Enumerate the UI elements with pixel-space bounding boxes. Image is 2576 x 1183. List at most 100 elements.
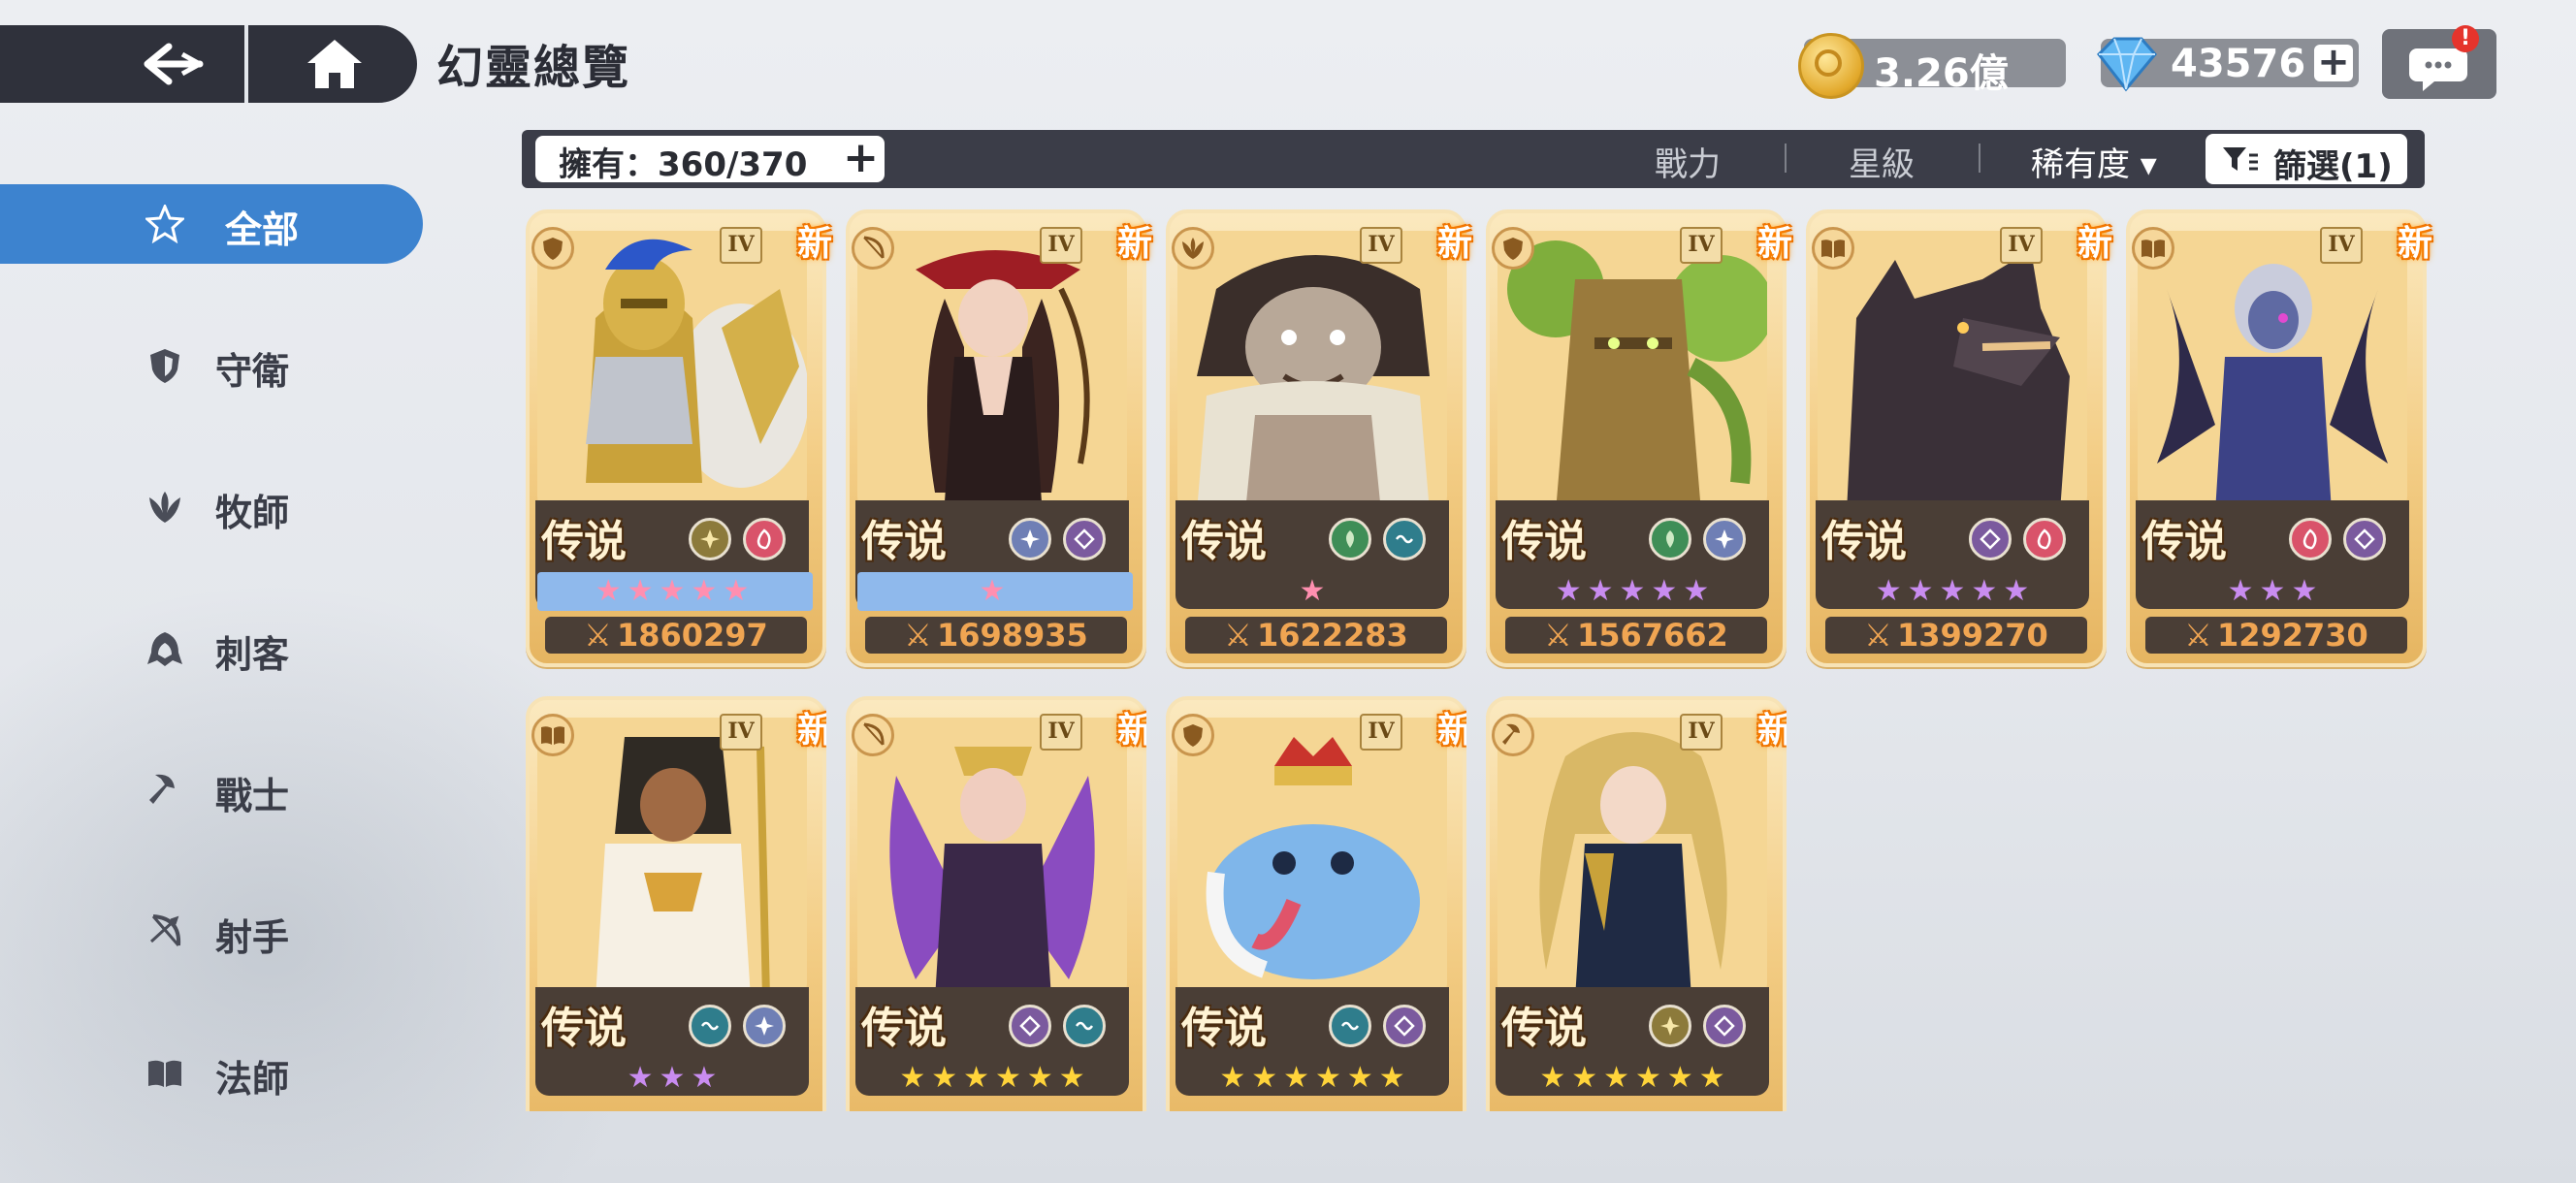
tier-badge: IV [1680, 227, 1723, 264]
hero-portrait [537, 718, 807, 999]
tier-badge: IV [1680, 714, 1723, 751]
new-badge: 新 [796, 224, 832, 264]
combat-power-value: 1860297 [616, 617, 768, 654]
all-star-icon [145, 205, 184, 243]
dark-element-icon [2343, 518, 2386, 560]
new-badge: 新 [2397, 224, 2432, 264]
star-rating: ★★★★★★ [1539, 1061, 1731, 1095]
hero-card[interactable]: IV 新 传说 ★★★★★ ⚔ 1860297 [526, 209, 832, 667]
hero-card[interactable]: IV 新 传说 ★ ⚔ 1622283 [1166, 209, 1472, 667]
star-rating: ★★★★★ [1555, 574, 1716, 608]
hero-portrait [857, 718, 1127, 999]
sort-star-button[interactable]: 星級 [1849, 138, 1915, 185]
hero-card[interactable]: IV 新 传说 ★★★★★ ⚔ 1399270 [1806, 209, 2112, 667]
sidebar-item-assassin[interactable]: 刺客 [0, 609, 423, 688]
hero-portrait [1497, 231, 1767, 512]
sort-divider [1785, 144, 1787, 173]
hero-card[interactable]: IV 新 传说 ★★★★★ ⚔ 1567662 [1486, 209, 1792, 667]
new-badge: 新 [1756, 711, 1787, 751]
hero-card[interactable]: IV 新 传说 ★★★★★★ [846, 696, 1146, 1111]
shield-icon [150, 349, 179, 383]
hero-card[interactable]: IV 新 传说 ★★★ ⚔ 1292730 [2126, 209, 2432, 667]
page-title: 幻靈總覽 [436, 41, 631, 95]
axe-icon [149, 774, 175, 804]
archer-icon [852, 227, 894, 270]
combat-power: ⚔ 1860297 [545, 617, 807, 654]
dark-element-icon [1063, 518, 1106, 560]
sidebar-item-label: 全部 [225, 208, 300, 251]
tier-badge: IV [2320, 227, 2363, 264]
combat-power: ⚔ 1567662 [1505, 617, 1767, 654]
combat-power: ⚔ 1292730 [2145, 617, 2407, 654]
owned-count-text: 擁有：360/370 [559, 145, 808, 184]
combat-power: ⚔ 1622283 [1185, 617, 1447, 654]
tier-badge: IV [1360, 714, 1402, 751]
hero-card[interactable]: IV 新 传说 ★★★ [526, 696, 826, 1111]
sidebar-item-priest[interactable]: 牧師 [0, 467, 423, 547]
hero-portrait [1818, 231, 2087, 512]
swords-icon: ⚔ [1864, 617, 1892, 654]
warrior-icon [1492, 714, 1534, 756]
sidebar-item-archer[interactable]: 射手 [0, 892, 423, 972]
sidebar-item-guardian[interactable]: 守衛 [0, 326, 423, 405]
chat-button[interactable] [2382, 29, 2496, 99]
star-rating: ★ [1299, 574, 1332, 608]
new-badge: 新 [1756, 224, 1792, 264]
sidebar-item-label: 射手 [215, 916, 290, 959]
owned-count[interactable]: 擁有：360/370 + [535, 136, 885, 184]
add-gems-button[interactable]: + [2314, 43, 2353, 81]
swords-icon: ⚔ [584, 617, 612, 654]
rarity-label: 传说 [1181, 517, 1267, 566]
swords-icon: ⚔ [1224, 617, 1252, 654]
earth-element-icon [1649, 518, 1691, 560]
tier-badge: IV [1040, 714, 1082, 751]
mage-icon [1812, 227, 1854, 270]
new-badge: 新 [1116, 224, 1152, 264]
light-element-icon [1009, 518, 1051, 560]
star-rating: ★★★★★★ [899, 1061, 1091, 1095]
dark-element-icon [1009, 1005, 1051, 1047]
guardian-icon [1492, 227, 1534, 270]
hero-card[interactable]: IV 新 传说 ★ ⚔ 1698935 [846, 209, 1152, 667]
sidebar-item-mage[interactable]: 法師 [0, 1034, 423, 1113]
home-button[interactable] [296, 33, 373, 95]
back-button[interactable] [136, 37, 213, 91]
notification-badge: ! [2452, 25, 2479, 52]
sidebar-item-label: 刺客 [215, 633, 290, 676]
combat-power-value: 1567662 [1576, 617, 1728, 654]
star-rating: ★★★ [627, 1061, 724, 1095]
star-rating: ★★★★★★ [1219, 1061, 1411, 1095]
rarity-label: 传说 [1501, 1004, 1587, 1053]
rarity-label: 传说 [541, 517, 627, 566]
water-element-icon [1383, 518, 1426, 560]
sidebar-item-label: 戰士 [215, 775, 290, 817]
wing-icon [149, 492, 180, 523]
sidebar-item-all[interactable]: 全部 [0, 184, 423, 264]
filter-bar: 擁有：360/370 + 戰力 星級 稀有度 ▾ 篩選(1) [522, 130, 2425, 188]
guardian-icon [1172, 714, 1214, 756]
dark-element-icon [1383, 1005, 1426, 1047]
filter-button[interactable]: 篩選(1) [2206, 134, 2407, 186]
gold-coin-icon [1798, 33, 1864, 99]
sort-power-button[interactable]: 戰力 [1655, 138, 1721, 185]
rarity-label: 传说 [1821, 517, 1907, 566]
swords-icon: ⚔ [1544, 617, 1572, 654]
combat-power: ⚔ 1399270 [1825, 617, 2087, 654]
sidebar-item-label: 法師 [215, 1058, 290, 1101]
new-badge: 新 [1436, 711, 1466, 751]
hero-card[interactable]: IV 新 传说 ★★★★★★ [1486, 696, 1787, 1111]
sort-rarity-button[interactable]: 稀有度 ▾ [2031, 138, 2157, 185]
rarity-label: 传说 [1501, 517, 1587, 566]
sort-divider [1979, 144, 1980, 173]
chat-icon [2409, 48, 2467, 91]
expand-slots-button[interactable]: + [843, 136, 879, 180]
sidebar-item-label: 守衛 [215, 350, 290, 393]
diamond-icon [2097, 37, 2157, 92]
combat-power-value: 1292730 [2216, 617, 2368, 654]
sidebar-item-warrior[interactable]: 戰士 [0, 751, 423, 830]
tier-badge: IV [2000, 227, 2043, 264]
gem-currency: 43576 + [2097, 37, 2359, 92]
combat-power-value: 1622283 [1256, 617, 1408, 654]
book-icon [148, 1060, 181, 1087]
hero-card[interactable]: IV 新 传说 ★★★★★★ [1166, 696, 1466, 1111]
